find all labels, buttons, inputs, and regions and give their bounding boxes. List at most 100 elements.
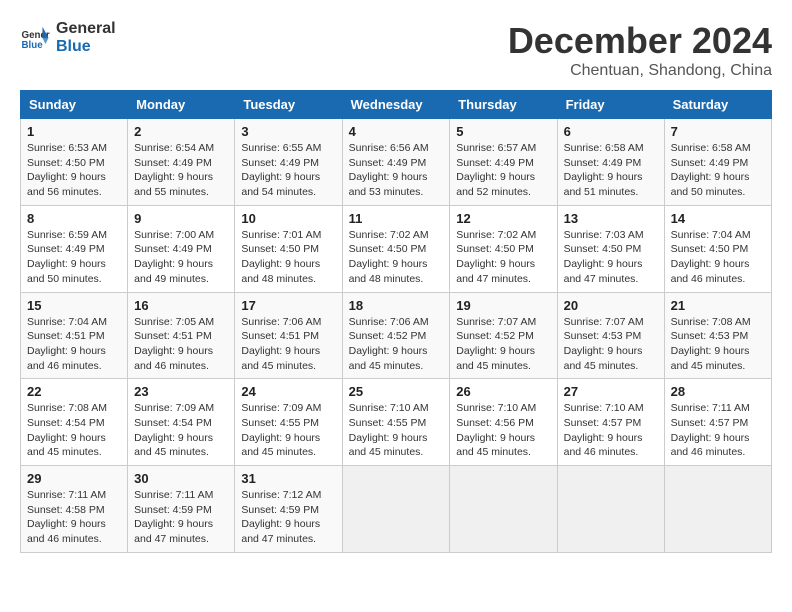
day-info: Sunrise: 7:03 AM Sunset: 4:50 PM Dayligh… (564, 228, 658, 287)
calendar-cell: 17 Sunrise: 7:06 AM Sunset: 4:51 PM Dayli… (235, 292, 342, 379)
calendar-cell: 12 Sunrise: 7:02 AM Sunset: 4:50 PM Dayli… (450, 205, 557, 292)
day-number: 30 (134, 471, 228, 486)
day-number: 19 (456, 298, 550, 313)
day-number: 20 (564, 298, 658, 313)
day-info: Sunrise: 7:04 AM Sunset: 4:51 PM Dayligh… (27, 315, 121, 374)
logo-line2: Blue (56, 38, 116, 56)
day-info: Sunrise: 6:54 AM Sunset: 4:49 PM Dayligh… (134, 141, 228, 200)
calendar-cell: 29 Sunrise: 7:11 AM Sunset: 4:58 PM Dayli… (21, 466, 128, 553)
calendar-cell: 24Sunrise: 7:09 AM Sunset: 4:55 PM Dayli… (235, 379, 342, 466)
weekday-header-thursday: Thursday (450, 91, 557, 119)
weekday-header-tuesday: Tuesday (235, 91, 342, 119)
calendar-cell: 27 Sunrise: 7:10 AM Sunset: 4:57 PM Dayli… (557, 379, 664, 466)
day-info: Sunrise: 6:58 AM Sunset: 4:49 PM Dayligh… (564, 141, 658, 200)
day-info: Sunrise: 7:10 AM Sunset: 4:55 PM Dayligh… (349, 401, 444, 460)
calendar-week-1: 1 Sunrise: 6:53 AM Sunset: 4:50 PM Daylig… (21, 119, 772, 206)
day-number: 10 (241, 211, 335, 226)
day-number: 5 (456, 124, 550, 139)
day-info: Sunrise: 7:07 AM Sunset: 4:53 PM Dayligh… (564, 315, 658, 374)
calendar-cell (342, 466, 450, 553)
day-number: 26 (456, 384, 550, 399)
calendar-cell (557, 466, 664, 553)
calendar-week-2: 8 Sunrise: 6:59 AM Sunset: 4:49 PM Daylig… (21, 205, 772, 292)
day-info: Sunrise: 7:04 AM Sunset: 4:50 PM Dayligh… (671, 228, 765, 287)
day-number: 14 (671, 211, 765, 226)
calendar-cell: 5 Sunrise: 6:57 AM Sunset: 4:49 PM Daylig… (450, 119, 557, 206)
day-number: 27 (564, 384, 658, 399)
calendar-cell: 30 Sunrise: 7:11 AM Sunset: 4:59 PM Dayli… (128, 466, 235, 553)
day-number: 12 (456, 211, 550, 226)
day-info: Sunrise: 7:02 AM Sunset: 4:50 PM Dayligh… (456, 228, 550, 287)
day-number: 11 (349, 211, 444, 226)
day-info: Sunrise: 7:06 AM Sunset: 4:52 PM Dayligh… (349, 315, 444, 374)
calendar-week-5: 29 Sunrise: 7:11 AM Sunset: 4:58 PM Dayli… (21, 466, 772, 553)
calendar-cell: 8 Sunrise: 6:59 AM Sunset: 4:49 PM Daylig… (21, 205, 128, 292)
calendar-cell: 23Sunrise: 7:09 AM Sunset: 4:54 PM Dayli… (128, 379, 235, 466)
day-number: 24 (241, 384, 335, 399)
day-number: 3 (241, 124, 335, 139)
calendar-cell: 11 Sunrise: 7:02 AM Sunset: 4:50 PM Dayli… (342, 205, 450, 292)
day-number: 16 (134, 298, 228, 313)
day-info: Sunrise: 7:10 AM Sunset: 4:57 PM Dayligh… (564, 401, 658, 460)
day-number: 9 (134, 211, 228, 226)
calendar-cell: 13 Sunrise: 7:03 AM Sunset: 4:50 PM Dayli… (557, 205, 664, 292)
day-info: Sunrise: 7:05 AM Sunset: 4:51 PM Dayligh… (134, 315, 228, 374)
day-info: Sunrise: 7:02 AM Sunset: 4:50 PM Dayligh… (349, 228, 444, 287)
calendar-cell: 10 Sunrise: 7:01 AM Sunset: 4:50 PM Dayli… (235, 205, 342, 292)
calendar-cell: 25 Sunrise: 7:10 AM Sunset: 4:55 PM Dayli… (342, 379, 450, 466)
day-info: Sunrise: 7:12 AM Sunset: 4:59 PM Dayligh… (241, 488, 335, 547)
location-title: Chentuan, Shandong, China (508, 62, 772, 80)
calendar-cell: 3 Sunrise: 6:55 AM Sunset: 4:49 PM Daylig… (235, 119, 342, 206)
day-info: Sunrise: 6:53 AM Sunset: 4:50 PM Dayligh… (27, 141, 121, 200)
day-number: 23 (134, 384, 228, 399)
day-number: 7 (671, 124, 765, 139)
day-number: 29 (27, 471, 121, 486)
day-info: Sunrise: 7:08 AM Sunset: 4:53 PM Dayligh… (671, 315, 765, 374)
calendar-cell: 31Sunrise: 7:12 AM Sunset: 4:59 PM Dayli… (235, 466, 342, 553)
day-number: 25 (349, 384, 444, 399)
day-number: 1 (27, 124, 121, 139)
calendar-cell: 20 Sunrise: 7:07 AM Sunset: 4:53 PM Dayli… (557, 292, 664, 379)
day-number: 4 (349, 124, 444, 139)
day-info: Sunrise: 7:11 AM Sunset: 4:58 PM Dayligh… (27, 488, 121, 547)
logo: General Blue General Blue (20, 20, 116, 55)
svg-text:Blue: Blue (22, 39, 44, 50)
day-number: 2 (134, 124, 228, 139)
day-info: Sunrise: 6:59 AM Sunset: 4:49 PM Dayligh… (27, 228, 121, 287)
calendar-cell: 4 Sunrise: 6:56 AM Sunset: 4:49 PM Daylig… (342, 119, 450, 206)
month-title: December 2024 (508, 20, 772, 62)
day-number: 18 (349, 298, 444, 313)
calendar-cell (450, 466, 557, 553)
day-info: Sunrise: 7:11 AM Sunset: 4:59 PM Dayligh… (134, 488, 228, 547)
day-info: Sunrise: 7:00 AM Sunset: 4:49 PM Dayligh… (134, 228, 228, 287)
calendar-cell: 2 Sunrise: 6:54 AM Sunset: 4:49 PM Daylig… (128, 119, 235, 206)
calendar-week-4: 22Sunrise: 7:08 AM Sunset: 4:54 PM Dayli… (21, 379, 772, 466)
day-info: Sunrise: 6:58 AM Sunset: 4:49 PM Dayligh… (671, 141, 765, 200)
day-number: 17 (241, 298, 335, 313)
logo-icon: General Blue (20, 23, 50, 53)
day-info: Sunrise: 7:10 AM Sunset: 4:56 PM Dayligh… (456, 401, 550, 460)
day-info: Sunrise: 7:06 AM Sunset: 4:51 PM Dayligh… (241, 315, 335, 374)
day-info: Sunrise: 6:55 AM Sunset: 4:49 PM Dayligh… (241, 141, 335, 200)
title-block: December 2024 Chentuan, Shandong, China (508, 20, 772, 80)
calendar-header-row: SundayMondayTuesdayWednesdayThursdayFrid… (21, 91, 772, 119)
calendar-cell: 19 Sunrise: 7:07 AM Sunset: 4:52 PM Dayli… (450, 292, 557, 379)
weekday-header-saturday: Saturday (664, 91, 771, 119)
calendar-cell: 7 Sunrise: 6:58 AM Sunset: 4:49 PM Daylig… (664, 119, 771, 206)
day-info: Sunrise: 7:07 AM Sunset: 4:52 PM Dayligh… (456, 315, 550, 374)
day-number: 15 (27, 298, 121, 313)
weekday-header-wednesday: Wednesday (342, 91, 450, 119)
calendar-body: 1 Sunrise: 6:53 AM Sunset: 4:50 PM Daylig… (21, 119, 772, 553)
day-number: 6 (564, 124, 658, 139)
day-info: Sunrise: 6:57 AM Sunset: 4:49 PM Dayligh… (456, 141, 550, 200)
calendar-week-3: 15 Sunrise: 7:04 AM Sunset: 4:51 PM Dayli… (21, 292, 772, 379)
day-info: Sunrise: 7:11 AM Sunset: 4:57 PM Dayligh… (671, 401, 765, 460)
day-number: 13 (564, 211, 658, 226)
calendar-cell: 15 Sunrise: 7:04 AM Sunset: 4:51 PM Dayli… (21, 292, 128, 379)
calendar-cell: 1 Sunrise: 6:53 AM Sunset: 4:50 PM Daylig… (21, 119, 128, 206)
day-info: Sunrise: 7:01 AM Sunset: 4:50 PM Dayligh… (241, 228, 335, 287)
day-info: Sunrise: 6:56 AM Sunset: 4:49 PM Dayligh… (349, 141, 444, 200)
day-number: 8 (27, 211, 121, 226)
calendar-cell: 26 Sunrise: 7:10 AM Sunset: 4:56 PM Dayli… (450, 379, 557, 466)
page-header: General Blue General Blue December 2024 … (20, 20, 772, 80)
